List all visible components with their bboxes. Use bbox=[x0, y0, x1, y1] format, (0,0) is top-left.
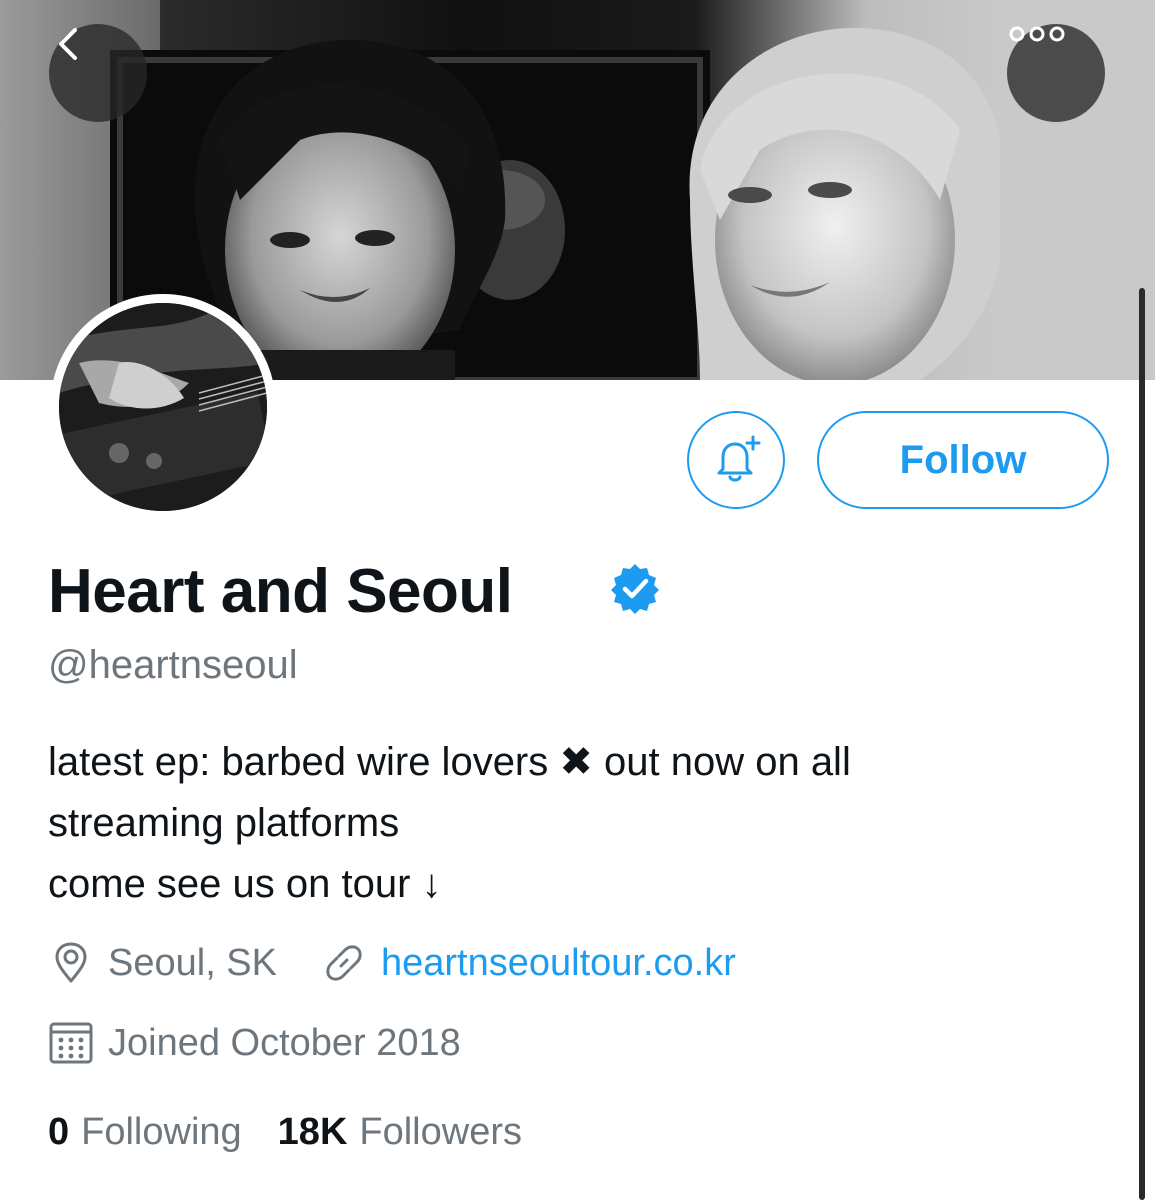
following-label: Following bbox=[81, 1111, 242, 1153]
verified-badge-icon bbox=[611, 564, 659, 614]
avatar[interactable] bbox=[50, 294, 276, 520]
following-count: 0 bbox=[48, 1111, 70, 1153]
location-text: Seoul, SK bbox=[108, 941, 277, 984]
followers-label: Followers bbox=[359, 1111, 522, 1153]
bell-plus-icon bbox=[717, 435, 761, 482]
calendar-icon bbox=[48, 1020, 94, 1066]
bio-line: come see us on tour ↓ bbox=[48, 862, 442, 906]
follow-stats: 0 Following 18K Followers bbox=[48, 1111, 558, 1154]
website-link[interactable]: heartnseoultour.co.kr bbox=[381, 942, 736, 985]
display-name: Heart and Seoul bbox=[48, 557, 513, 626]
bio-line: latest ep: barbed wire lovers ✖ out now … bbox=[48, 740, 851, 784]
following-link[interactable]: 0 Following bbox=[48, 1111, 278, 1154]
avatar-photo bbox=[59, 303, 267, 511]
location-pin-icon bbox=[48, 940, 94, 986]
back-button[interactable] bbox=[49, 24, 147, 122]
bio: latest ep: barbed wire lovers ✖ out now … bbox=[48, 732, 1068, 915]
followers-link[interactable]: 18K Followers bbox=[278, 1111, 558, 1154]
link-icon bbox=[321, 940, 367, 986]
profile-joined-row: Joined October 2018 bbox=[48, 1020, 461, 1066]
chevron-left-icon bbox=[59, 28, 77, 60]
more-icon bbox=[1009, 26, 1065, 42]
notifications-button[interactable] bbox=[687, 411, 785, 509]
user-handle: @heartnseoul bbox=[48, 643, 298, 687]
followers-count: 18K bbox=[277, 1111, 348, 1153]
profile-meta-row: Seoul, SK heartnseoultour.co.kr bbox=[48, 940, 736, 986]
more-options-button[interactable] bbox=[1007, 24, 1105, 122]
scrollbar[interactable] bbox=[1139, 288, 1145, 1200]
bio-line: streaming platforms bbox=[48, 801, 400, 845]
joined-date: Joined October 2018 bbox=[108, 1021, 461, 1064]
follow-button[interactable]: Follow bbox=[817, 411, 1109, 509]
